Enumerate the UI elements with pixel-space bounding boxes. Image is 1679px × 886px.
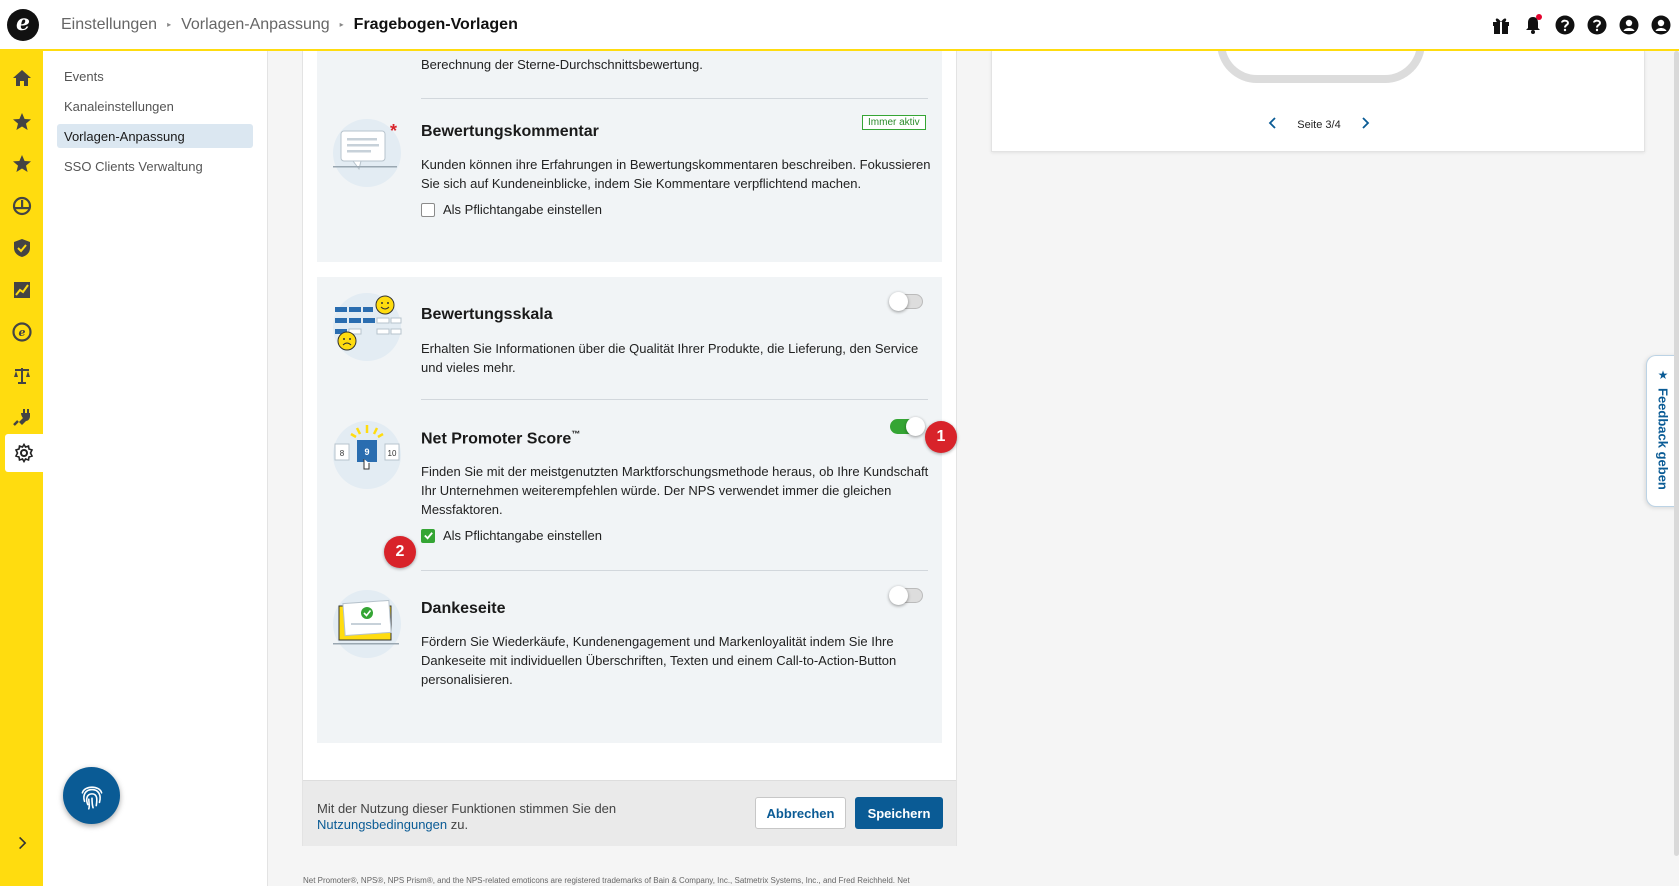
card-footer: Mit der Nutzung dieser Funktionen stimme… (303, 780, 956, 846)
user-icon[interactable] (1650, 14, 1671, 35)
divider (421, 570, 928, 571)
section-rating: Berechnung der Sterne-Durchschnittsbewer… (317, 51, 942, 262)
bewertungsskala-description: Erhalten Sie Informationen über die Qual… (421, 341, 919, 375)
bewertungskommentar-title: Bewertungskommentar (421, 123, 599, 140)
svg-text:10: 10 (388, 449, 397, 458)
nps-illustration-icon: 8 9 10 (331, 419, 403, 491)
toggle-knob (889, 586, 908, 605)
dankeseite-toggle[interactable] (889, 586, 923, 605)
nps-required-checkbox[interactable] (421, 528, 435, 543)
questionnaire-settings-card: Berechnung der Sterne-Durchschnittsbewer… (302, 51, 957, 846)
questionnaire-preview: Seite 3/4 (991, 31, 1646, 152)
section-optional-features: Bewertungsskala Erhalten Sie Information… (317, 277, 942, 743)
gear-icon[interactable] (5, 434, 43, 472)
dankeseite-description: Fördern Sie Wiederkäufe, Kundenengagemen… (421, 634, 897, 687)
checkbox-label: Als Pflichtangabe einstellen (443, 202, 602, 217)
fingerprint-icon[interactable] (63, 767, 120, 824)
page-title: Fragebogen-Vorlagen (353, 15, 518, 33)
svg-text:*: * (390, 121, 397, 141)
cancel-button[interactable]: Abbrechen (755, 797, 846, 829)
page-indicator: Seite 3/4 (1297, 118, 1341, 131)
checkbox-label: Als Pflichtangabe einstellen (443, 528, 602, 543)
feedback-label: Feedback geben (1655, 388, 1671, 490)
breadcrumb-separator-icon: ▸ (167, 20, 172, 29)
account-icon[interactable] (1618, 14, 1639, 35)
notification-dot (1536, 14, 1542, 20)
sidebar-item-events[interactable]: Events (57, 64, 253, 88)
shield-icon[interactable] (0, 229, 43, 267)
top-bar: e Einstellungen ▸ Vorlagen-Anpassung ▸ F… (0, 0, 1679, 51)
e-coin-icon[interactable]: e (0, 313, 43, 351)
bewertungskommentar-description: Kunden können ihre Erfahrungen in Bewert… (421, 157, 931, 191)
terms-link[interactable]: Nutzungsbedingungen (317, 817, 447, 832)
divider (421, 399, 928, 400)
star-icon: ★ (1657, 368, 1669, 382)
rating-scale-illustration-icon (331, 291, 403, 363)
comment-illustration-icon: * (331, 117, 403, 189)
nps-required-option[interactable]: Als Pflichtangabe einstellen (421, 528, 602, 543)
page-scrollbar[interactable] (1674, 51, 1679, 856)
nps-description: Finden Sie mit der meistgenutzten Marktf… (421, 464, 929, 517)
breadcrumb-vorlagen-anpassung[interactable]: Vorlagen-Anpassung (181, 16, 330, 34)
sidebar-item-vorlagen-anpassung[interactable]: Vorlagen-Anpassung (57, 124, 253, 148)
svg-text:9: 9 (364, 447, 369, 457)
bewertungsskala-toggle[interactable] (889, 292, 923, 311)
nps-title: Net Promoter Score™ (421, 429, 581, 448)
step-marker-2: 2 (384, 536, 416, 568)
save-button[interactable]: Speichern (855, 797, 943, 829)
trademark-notice: Net Promoter®, NPS®, NPS Prism®, and the… (303, 876, 910, 885)
plug-icon[interactable] (0, 398, 43, 436)
dankeseite-title: Dankeseite (421, 600, 506, 617)
breadcrumb-einstellungen[interactable]: Einstellungen (61, 16, 157, 34)
star-average-fragment: Berechnung der Sterne-Durchschnittsbewer… (421, 57, 703, 72)
chevron-left-icon[interactable] (1267, 117, 1279, 132)
breadcrumb-separator-icon: ▸ (339, 20, 344, 29)
step-marker-1: 1 (925, 421, 957, 453)
breadcrumb: Einstellungen ▸ Vorlagen-Anpassung ▸ Fra… (61, 16, 518, 34)
chevron-right-icon[interactable] (1359, 117, 1371, 132)
help-icon[interactable] (1554, 14, 1575, 35)
toggle-knob (906, 417, 925, 436)
chart-icon[interactable] (0, 271, 43, 309)
settings-sidebar: Events Kanaleinstellungen Vorlagen-Anpas… (43, 51, 268, 886)
sidebar-item-sso-clients[interactable]: SSO Clients Verwaltung (57, 154, 253, 178)
toggle-knob (889, 292, 908, 311)
star-icon[interactable] (0, 103, 43, 141)
preview-pager: Seite 3/4 (992, 117, 1646, 132)
trusted-shops-logo[interactable]: e (7, 8, 39, 41)
bewertungsskala-title: Bewertungsskala (421, 306, 553, 323)
bell-icon[interactable] (1522, 14, 1543, 35)
divider (421, 98, 928, 99)
star-icon[interactable] (0, 145, 43, 183)
thank-you-page-illustration-icon (331, 588, 403, 660)
bewertungskommentar-required-checkbox[interactable] (421, 202, 435, 217)
chevron-right-icon[interactable] (0, 828, 43, 858)
gift-icon[interactable] (1490, 14, 1511, 35)
scale-icon[interactable] (0, 356, 43, 394)
terms-notice: Mit der Nutzung dieser Funktionen stimme… (317, 801, 617, 832)
nps-toggle[interactable] (890, 417, 925, 436)
svg-text:8: 8 (340, 449, 345, 458)
sidebar-item-kanaleinstellungen[interactable]: Kanaleinstellungen (57, 94, 253, 118)
svg-text:e: e (18, 326, 25, 339)
dashboard-icon[interactable] (0, 187, 43, 225)
main-nav-rail: e (0, 51, 43, 886)
always-active-badge: Immer aktiv (862, 115, 926, 130)
home-icon[interactable] (0, 59, 43, 97)
help-icon[interactable] (1586, 14, 1607, 35)
bewertungskommentar-required-option[interactable]: Als Pflichtangabe einstellen (421, 202, 602, 217)
